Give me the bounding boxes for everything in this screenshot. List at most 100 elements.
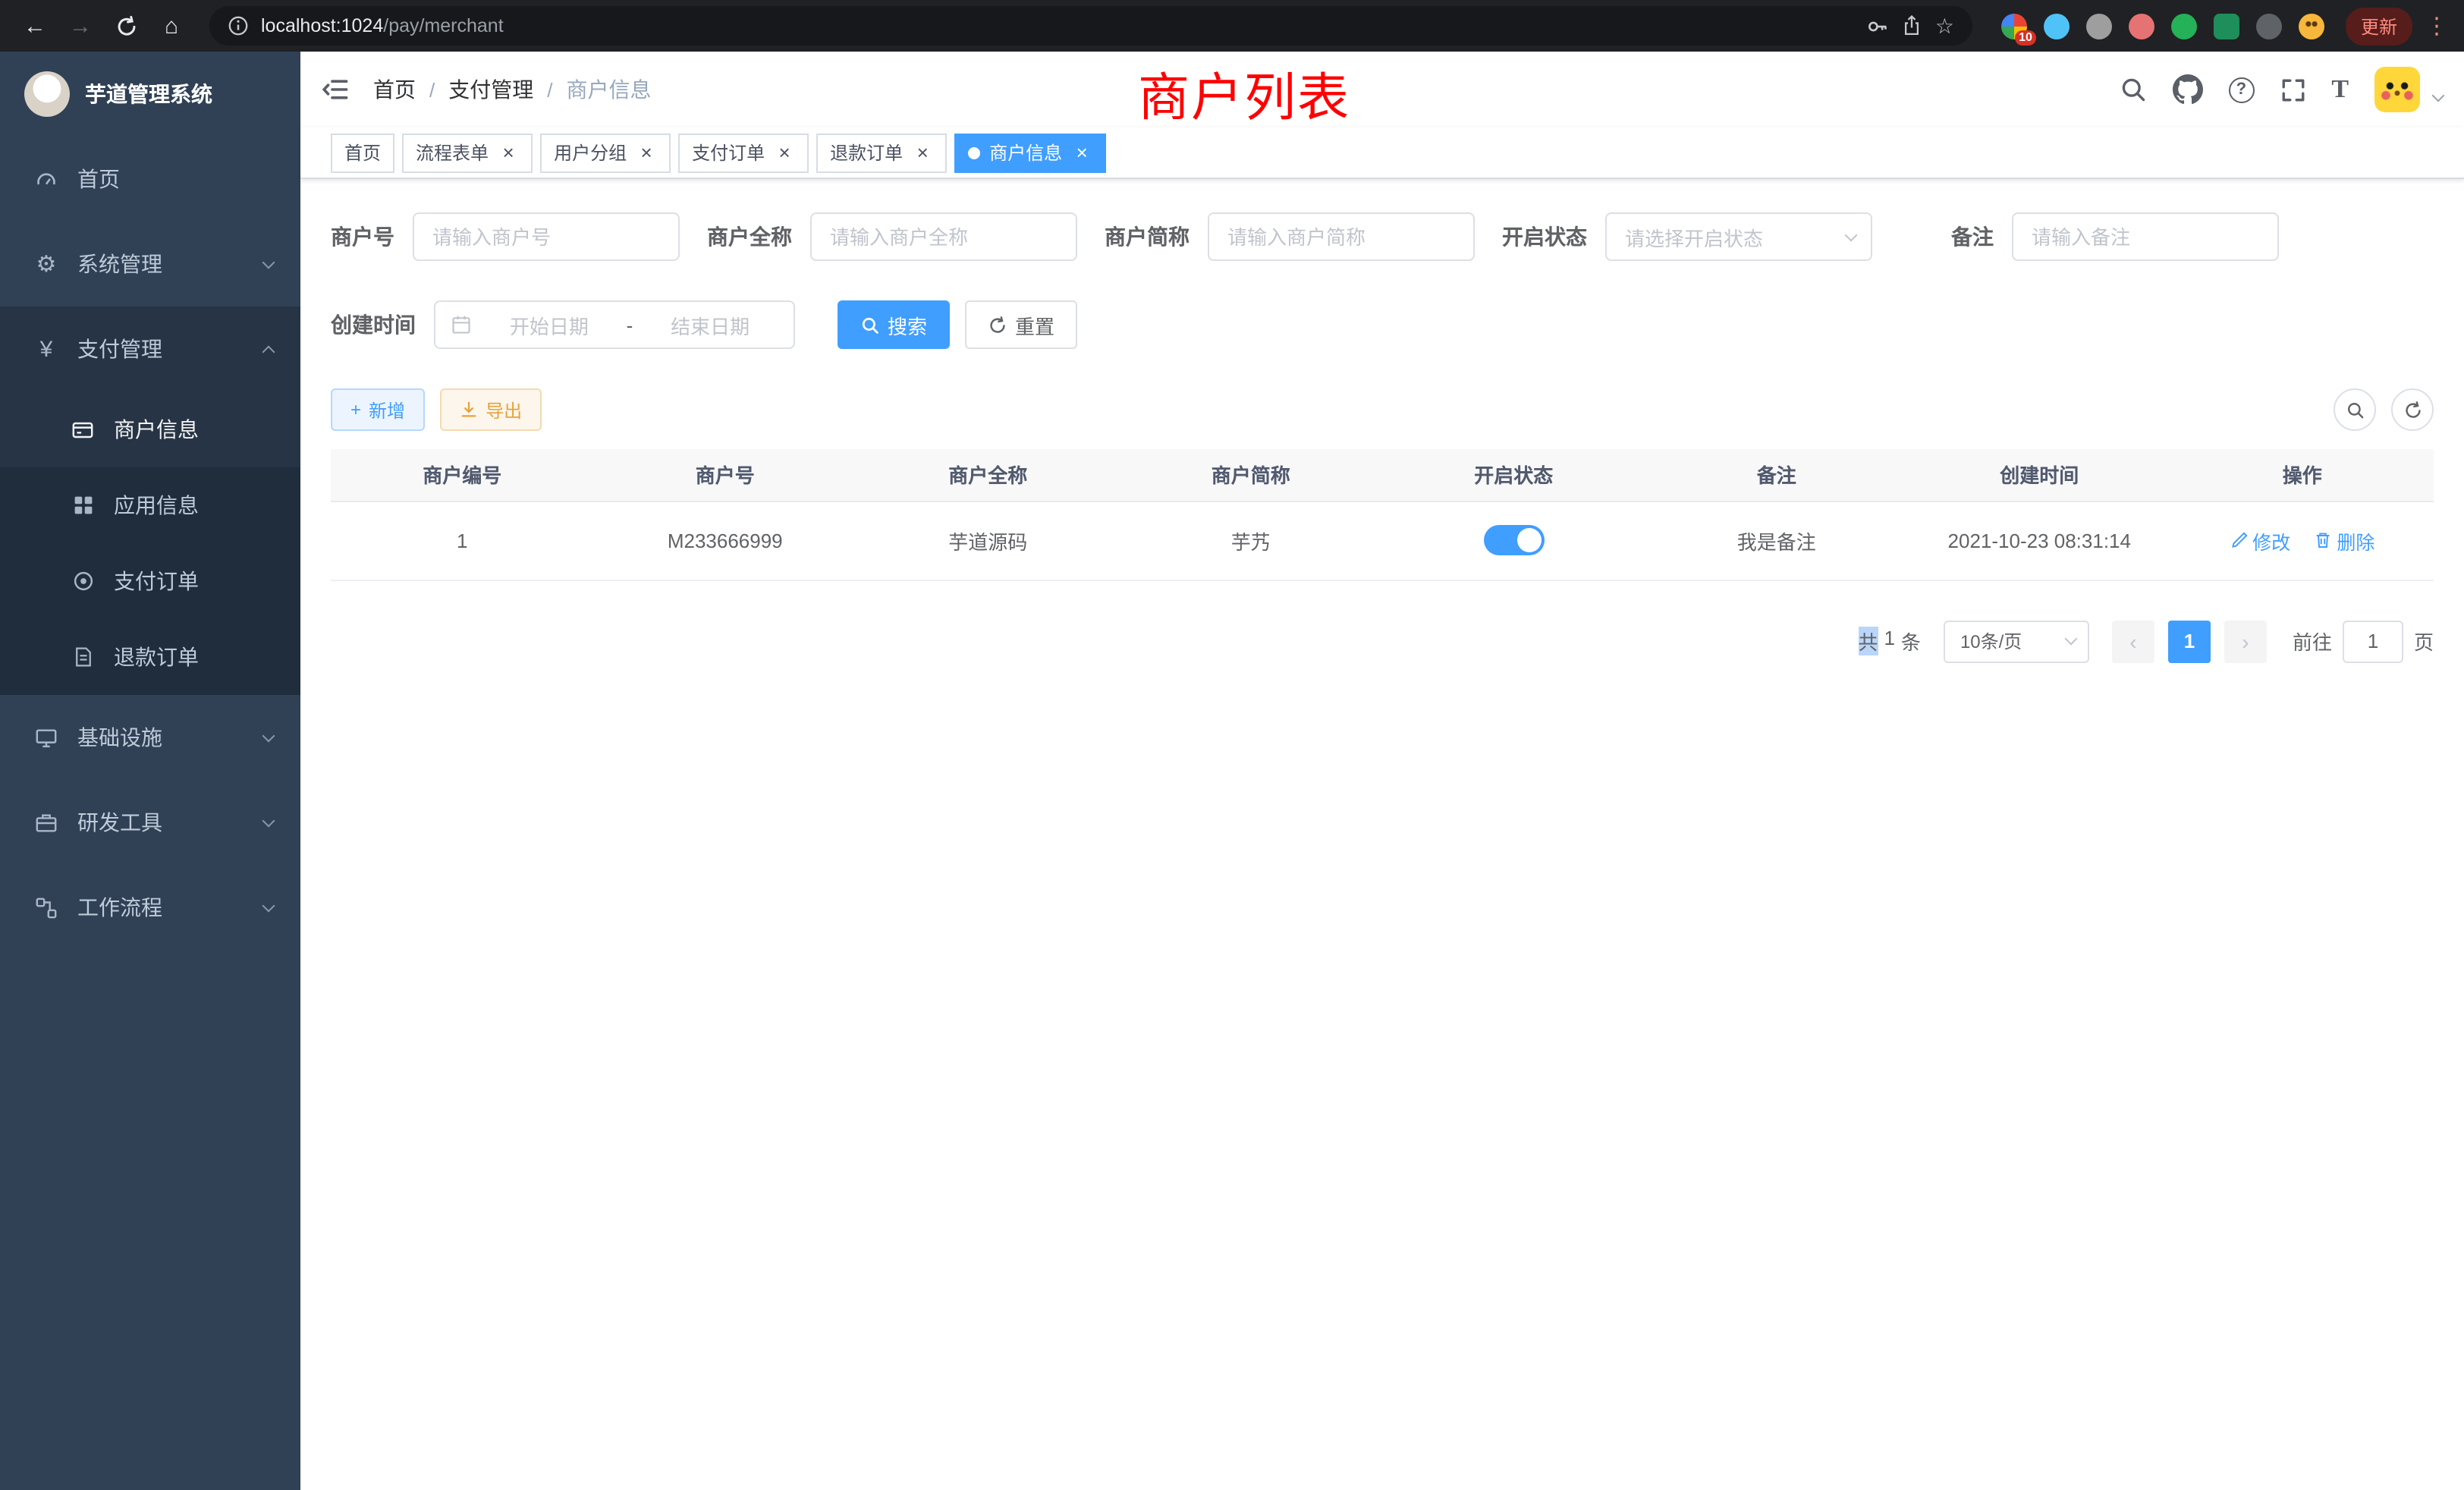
sidebar-item-merchant-info[interactable]: 商户信息 bbox=[0, 391, 300, 467]
extension-gray-icon[interactable] bbox=[2086, 13, 2112, 39]
extensions-puzzle-icon[interactable] bbox=[2256, 13, 2282, 39]
browser-update-button[interactable]: 更新 bbox=[2346, 7, 2412, 45]
breadcrumb-home[interactable]: 首页 bbox=[373, 74, 416, 105]
app-logo[interactable]: 芋道管理系统 bbox=[0, 52, 300, 137]
select-caret-down-icon bbox=[2064, 633, 2077, 646]
tab-refund-order[interactable]: 退款订单 × bbox=[816, 133, 947, 172]
tab-merchant-info[interactable]: 商户信息 × bbox=[954, 133, 1106, 172]
app-shell: 芋道管理系统 首页 ⚙ 系统管理 ¥ 支付管理 bbox=[0, 52, 2464, 1490]
toggle-search-button[interactable] bbox=[2334, 388, 2376, 431]
status-toggle-on[interactable] bbox=[1483, 525, 1544, 555]
logo-avatar bbox=[24, 71, 70, 117]
search-button-label: 搜索 bbox=[888, 310, 927, 339]
remark-input[interactable] bbox=[2012, 212, 2279, 261]
filter-row-1: 商户号 商户全称 商户简称 开启状态 请选择开启状态 bbox=[331, 212, 2434, 261]
refresh-button[interactable] bbox=[2391, 388, 2434, 431]
browser-profile-avatar[interactable] bbox=[2299, 13, 2324, 39]
header-actions: ? T bbox=[2119, 67, 2443, 112]
tab-pay-order[interactable]: 支付订单 × bbox=[678, 133, 809, 172]
tab-close-icon[interactable]: × bbox=[636, 142, 657, 163]
merchant-short-input[interactable] bbox=[1208, 212, 1475, 261]
dashboard-icon bbox=[33, 168, 59, 190]
extension-blue-icon[interactable] bbox=[2044, 13, 2070, 39]
sidebar-item-system[interactable]: ⚙ 系统管理 bbox=[0, 222, 300, 306]
password-key-icon[interactable] bbox=[1867, 14, 1890, 37]
browser-back-icon[interactable]: ← bbox=[15, 6, 55, 46]
github-icon[interactable] bbox=[2172, 74, 2202, 105]
sidebar-item-pay-order[interactable]: 支付订单 bbox=[0, 543, 300, 619]
delete-link[interactable]: 删除 bbox=[2314, 526, 2374, 555]
user-avatar[interactable] bbox=[2374, 67, 2420, 112]
tab-close-icon[interactable]: × bbox=[912, 142, 933, 163]
date-range-picker[interactable]: 开始日期 - 结束日期 bbox=[434, 300, 795, 349]
share-icon[interactable] bbox=[1902, 15, 1923, 36]
sidebar-fold-icon[interactable] bbox=[322, 76, 349, 103]
tab-close-icon[interactable]: × bbox=[498, 142, 519, 163]
add-button-label: 新增 bbox=[369, 397, 405, 423]
pagination-total-prefix: 共 bbox=[1858, 627, 1878, 655]
chevron-up-icon bbox=[262, 346, 275, 359]
header-search-icon[interactable] bbox=[2119, 76, 2146, 103]
browser-reload-icon[interactable] bbox=[106, 6, 146, 46]
filter-merchant-short: 商户简称 bbox=[1105, 212, 1475, 261]
merchant-name-input[interactable] bbox=[810, 212, 1077, 261]
cell-merchant-no: M233666999 bbox=[594, 501, 857, 580]
extension-green-circle-icon[interactable] bbox=[2171, 13, 2197, 39]
help-icon[interactable]: ? bbox=[2228, 77, 2254, 102]
page-size-select[interactable]: 10条/页 bbox=[1944, 620, 2089, 662]
tab-process-form[interactable]: 流程表单 × bbox=[402, 133, 533, 172]
edit-link[interactable]: 修改 bbox=[2230, 526, 2290, 555]
sidebar-item-dev-tools[interactable]: 研发工具 bbox=[0, 780, 300, 865]
delete-link-label: 删除 bbox=[2337, 526, 2374, 555]
prev-page-button[interactable]: ‹ bbox=[2112, 620, 2154, 662]
search-button[interactable]: 搜索 bbox=[838, 300, 950, 349]
fullscreen-icon[interactable] bbox=[2280, 77, 2305, 102]
sidebar-item-app-info[interactable]: 应用信息 bbox=[0, 467, 300, 543]
export-button[interactable]: 导出 bbox=[440, 388, 542, 431]
tab-label: 支付订单 bbox=[692, 140, 765, 165]
sidebar-item-label: 支付订单 bbox=[114, 566, 199, 596]
tab-home[interactable]: 首页 bbox=[331, 133, 394, 172]
breadcrumb-payment[interactable]: 支付管理 bbox=[448, 74, 533, 105]
current-page-button[interactable]: 1 bbox=[2168, 620, 2211, 662]
sidebar-item-label: 研发工具 bbox=[77, 807, 162, 838]
merchant-no-input[interactable] bbox=[413, 212, 680, 261]
extension-green-square-icon[interactable] bbox=[2214, 13, 2239, 39]
tab-close-icon[interactable]: × bbox=[1071, 142, 1092, 163]
status-select[interactable]: 请选择开启状态 bbox=[1605, 212, 1872, 261]
chevron-down-icon bbox=[262, 729, 275, 742]
add-button[interactable]: + 新增 bbox=[331, 388, 425, 431]
goto-page-input[interactable] bbox=[2343, 620, 2403, 662]
credit-card-icon bbox=[70, 418, 96, 441]
font-size-icon[interactable]: T bbox=[2331, 74, 2349, 105]
sidebar-item-payment[interactable]: ¥ 支付管理 bbox=[0, 306, 300, 391]
browser-forward-icon[interactable]: → bbox=[61, 6, 100, 46]
reset-button[interactable]: 重置 bbox=[965, 300, 1077, 349]
gear-icon: ⚙ bbox=[33, 250, 59, 278]
site-info-icon[interactable] bbox=[228, 15, 249, 36]
sidebar-item-home[interactable]: 首页 bbox=[0, 137, 300, 222]
sidebar-item-infrastructure[interactable]: 基础设施 bbox=[0, 695, 300, 780]
extension-red-icon[interactable] bbox=[2129, 13, 2154, 39]
sidebar-item-refund-order[interactable]: 退款订单 bbox=[0, 619, 300, 695]
sidebar-item-workflow[interactable]: 工作流程 bbox=[0, 865, 300, 950]
next-page-button[interactable]: › bbox=[2224, 620, 2267, 662]
header-merchant-short: 商户简称 bbox=[1120, 449, 1383, 501]
cell-merchant-id: 1 bbox=[331, 501, 594, 580]
extension-pinwheel-icon[interactable]: 10 bbox=[2001, 13, 2027, 39]
bookmark-star-icon[interactable]: ☆ bbox=[1935, 13, 1954, 39]
end-date-placeholder[interactable]: 结束日期 bbox=[642, 310, 778, 339]
start-date-placeholder[interactable]: 开始日期 bbox=[481, 310, 618, 339]
avatar-caret-down-icon[interactable] bbox=[2432, 90, 2445, 102]
toolbox-icon bbox=[33, 811, 59, 834]
address-bar[interactable]: localhost:1024/pay/merchant ☆ bbox=[209, 6, 1972, 46]
tab-close-icon[interactable]: × bbox=[774, 142, 795, 163]
edit-link-label: 修改 bbox=[2252, 526, 2290, 555]
browser-menu-icon[interactable]: ⋮ bbox=[2425, 12, 2449, 39]
tab-user-group[interactable]: 用户分组 × bbox=[540, 133, 671, 172]
url-host: localhost:1024 bbox=[261, 15, 383, 36]
sidebar-item-label: 支付管理 bbox=[77, 334, 162, 364]
breadcrumb: 首页 / 支付管理 / 商户信息 bbox=[373, 74, 652, 105]
browser-home-icon[interactable]: ⌂ bbox=[152, 6, 191, 46]
screen: ← → ⌂ localhost:1024/pay/merchant ☆ 10 bbox=[0, 0, 2464, 1490]
